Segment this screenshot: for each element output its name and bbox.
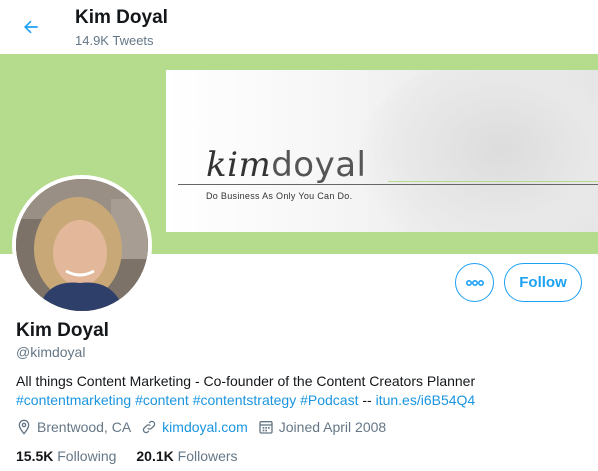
avatar-photo bbox=[16, 179, 148, 311]
following-stat[interactable]: 15.5K Following bbox=[16, 448, 116, 464]
top-bar: Kim Doyal 14.9K Tweets bbox=[0, 0, 598, 54]
website-link[interactable]: kimdoyal.com bbox=[162, 419, 248, 435]
hashtag-link[interactable]: #contentmarketing bbox=[16, 392, 131, 408]
hashtag-link[interactable]: #Podcast bbox=[300, 392, 358, 408]
follow-button[interactable]: Follow bbox=[504, 263, 582, 302]
arrow-left-icon bbox=[24, 20, 38, 34]
header-title: Kim Doyal bbox=[75, 7, 168, 28]
followers-stat[interactable]: 20.1K Followers bbox=[136, 448, 237, 464]
banner-logo: kimdoyal bbox=[206, 148, 367, 182]
following-label: Following bbox=[57, 448, 117, 464]
joined-item: Joined April 2008 bbox=[258, 419, 386, 435]
profile-stats: 15.5K Following 20.1K Followers bbox=[16, 448, 258, 464]
hashtag-link[interactable]: #content bbox=[135, 392, 189, 408]
more-button[interactable] bbox=[455, 263, 494, 302]
location-text: Brentwood, CA bbox=[37, 419, 132, 435]
banner-image: kimdoyal Do Business As Only You Can Do. bbox=[166, 70, 598, 232]
banner-logo-kim: kim bbox=[206, 145, 272, 185]
banner-photo-fade bbox=[358, 70, 598, 232]
back-button[interactable] bbox=[14, 10, 48, 44]
calendar-icon bbox=[259, 421, 273, 434]
profile-name: Kim Doyal bbox=[16, 320, 109, 341]
location-pin-icon bbox=[18, 419, 30, 435]
bio-url-link[interactable]: itun.es/i6B54Q4 bbox=[376, 392, 476, 408]
profile-meta: Brentwood, CA kimdoyal.com Joined April … bbox=[16, 419, 396, 435]
profile-bio: All things Content Marketing - Co-founde… bbox=[16, 372, 586, 410]
following-count: 15.5K bbox=[16, 448, 54, 464]
location-item: Brentwood, CA bbox=[16, 419, 131, 435]
bio-links-line: #contentmarketing #content #contentstrat… bbox=[16, 391, 586, 410]
bio-text: All things Content Marketing - Co-founde… bbox=[16, 373, 476, 389]
bio-separator: -- bbox=[362, 392, 372, 408]
banner-logo-doyal: doyal bbox=[271, 145, 367, 185]
profile-handle: @kimdoyal bbox=[16, 344, 86, 360]
avatar[interactable] bbox=[12, 175, 152, 315]
website-item: kimdoyal.com bbox=[141, 419, 248, 435]
link-icon bbox=[142, 420, 156, 434]
followers-count: 20.1K bbox=[136, 448, 174, 464]
followers-label: Followers bbox=[177, 448, 238, 464]
tweet-count: 14.9K Tweets bbox=[75, 33, 154, 48]
hashtag-link[interactable]: #contentstrategy bbox=[193, 392, 297, 408]
banner-tagline: Do Business As Only You Can Do. bbox=[206, 191, 353, 201]
banner-accent-line bbox=[388, 181, 598, 182]
more-horizontal-icon bbox=[465, 279, 484, 286]
joined-text: Joined April 2008 bbox=[278, 419, 387, 435]
